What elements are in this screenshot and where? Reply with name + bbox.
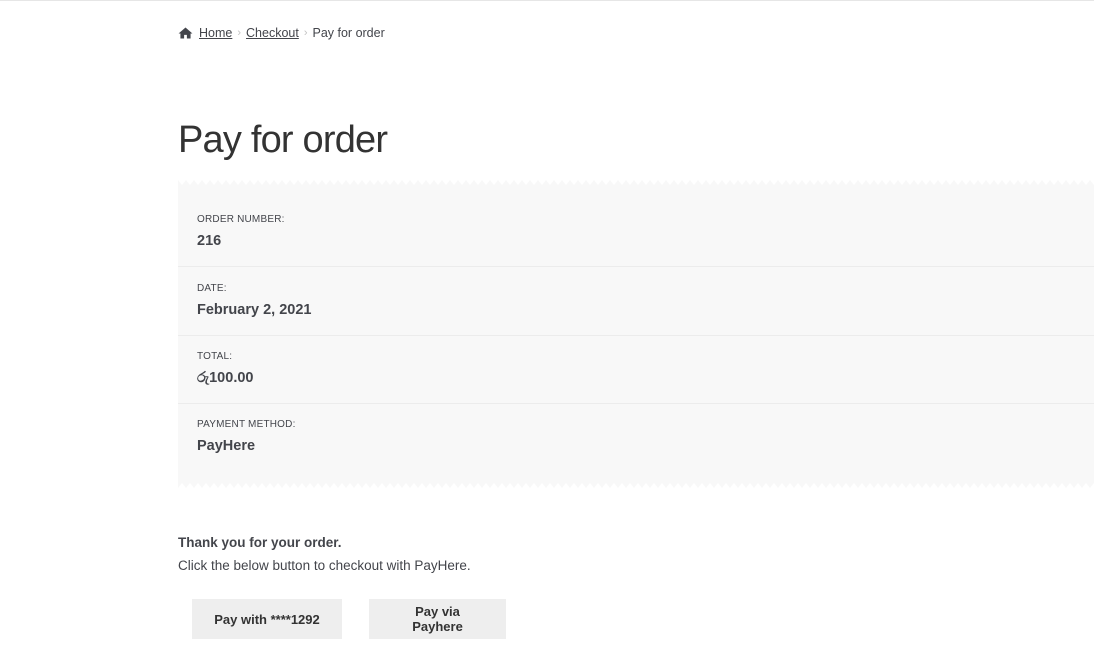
breadcrumb-home-link[interactable]: Home: [199, 26, 232, 40]
page-title: Pay for order: [178, 119, 388, 161]
breadcrumb-current: Pay for order: [312, 26, 385, 40]
payment-method-value: PayHere: [197, 438, 256, 454]
thank-you-message: Thank you for your order.: [178, 535, 342, 550]
order-total-row: TOTAL: රු100.00: [178, 336, 1094, 404]
order-total-label: TOTAL:: [197, 351, 233, 362]
pay-via-payhere-button[interactable]: Pay via Payhere: [369, 599, 506, 639]
zigzag-top-edge: [178, 180, 1094, 188]
order-date-label: DATE:: [197, 283, 227, 294]
payment-method-row: PAYMENT METHOD: PayHere: [178, 404, 1094, 480]
breadcrumb: Home › Checkout › Pay for order: [178, 24, 385, 42]
order-number-row: ORDER NUMBER: 216: [178, 188, 1094, 267]
order-overview: ORDER NUMBER: 216 DATE: February 2, 2021…: [178, 180, 1094, 488]
order-date-value: February 2, 2021: [197, 302, 312, 318]
order-number-value: 216: [197, 233, 222, 249]
checkout-instruction: Click the below button to checkout with …: [178, 558, 471, 573]
breadcrumb-checkout-link[interactable]: Checkout: [246, 26, 299, 40]
breadcrumb-separator: ›: [303, 27, 308, 39]
order-total-value: රු100.00: [197, 370, 254, 386]
payment-method-label: PAYMENT METHOD:: [197, 419, 296, 430]
top-divider: [0, 0, 1094, 1]
order-number-label: ORDER NUMBER:: [197, 214, 285, 225]
zigzag-bottom-edge: [178, 480, 1094, 488]
pay-with-saved-card-button[interactable]: Pay with ****1292: [192, 599, 342, 639]
home-icon: [178, 27, 193, 39]
breadcrumb-separator: ›: [237, 27, 242, 39]
order-date-row: DATE: February 2, 2021: [178, 267, 1094, 336]
